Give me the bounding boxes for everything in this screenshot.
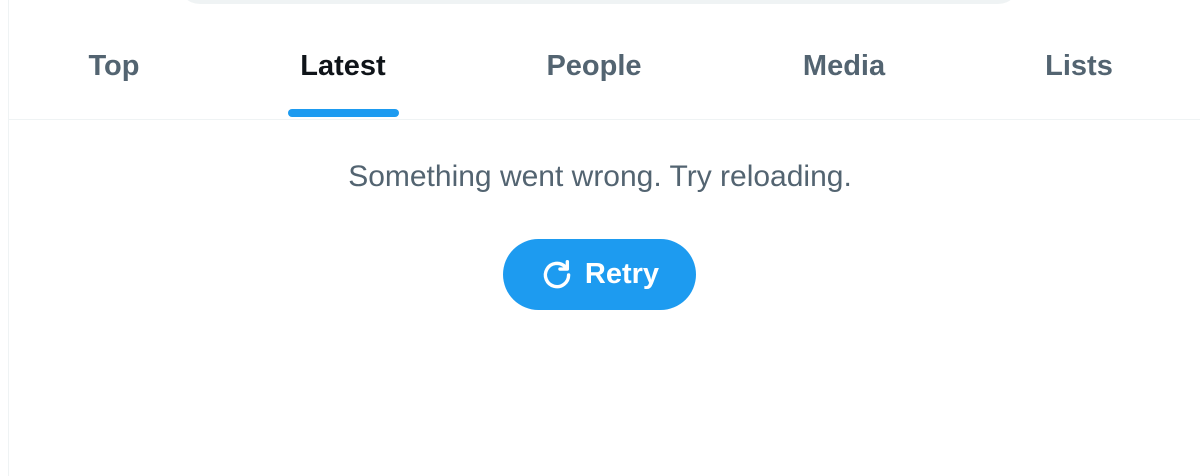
retry-button[interactable]: Retry [503,239,696,310]
tab-top-label: Top [88,50,140,82]
tab-latest[interactable]: Latest [268,0,418,119]
tab-people[interactable]: People [519,0,669,119]
search-results-panel: Top Latest People Media Lists Something … [0,0,1200,476]
tab-latest-label: Latest [300,50,386,82]
tab-media[interactable]: Media [769,0,919,119]
tab-lists[interactable]: Lists [1004,0,1154,119]
error-message: Something went wrong. Try reloading. [348,160,852,193]
refresh-icon [543,259,571,288]
retry-label: Retry [584,258,660,290]
tab-people-label: People [546,50,642,82]
tab-top[interactable]: Top [39,0,189,119]
search-tabs: Top Latest People Media Lists [9,0,1200,120]
tab-lists-label: Lists [1045,50,1113,82]
active-tab-indicator [288,109,399,117]
tab-media-label: Media [802,50,886,82]
